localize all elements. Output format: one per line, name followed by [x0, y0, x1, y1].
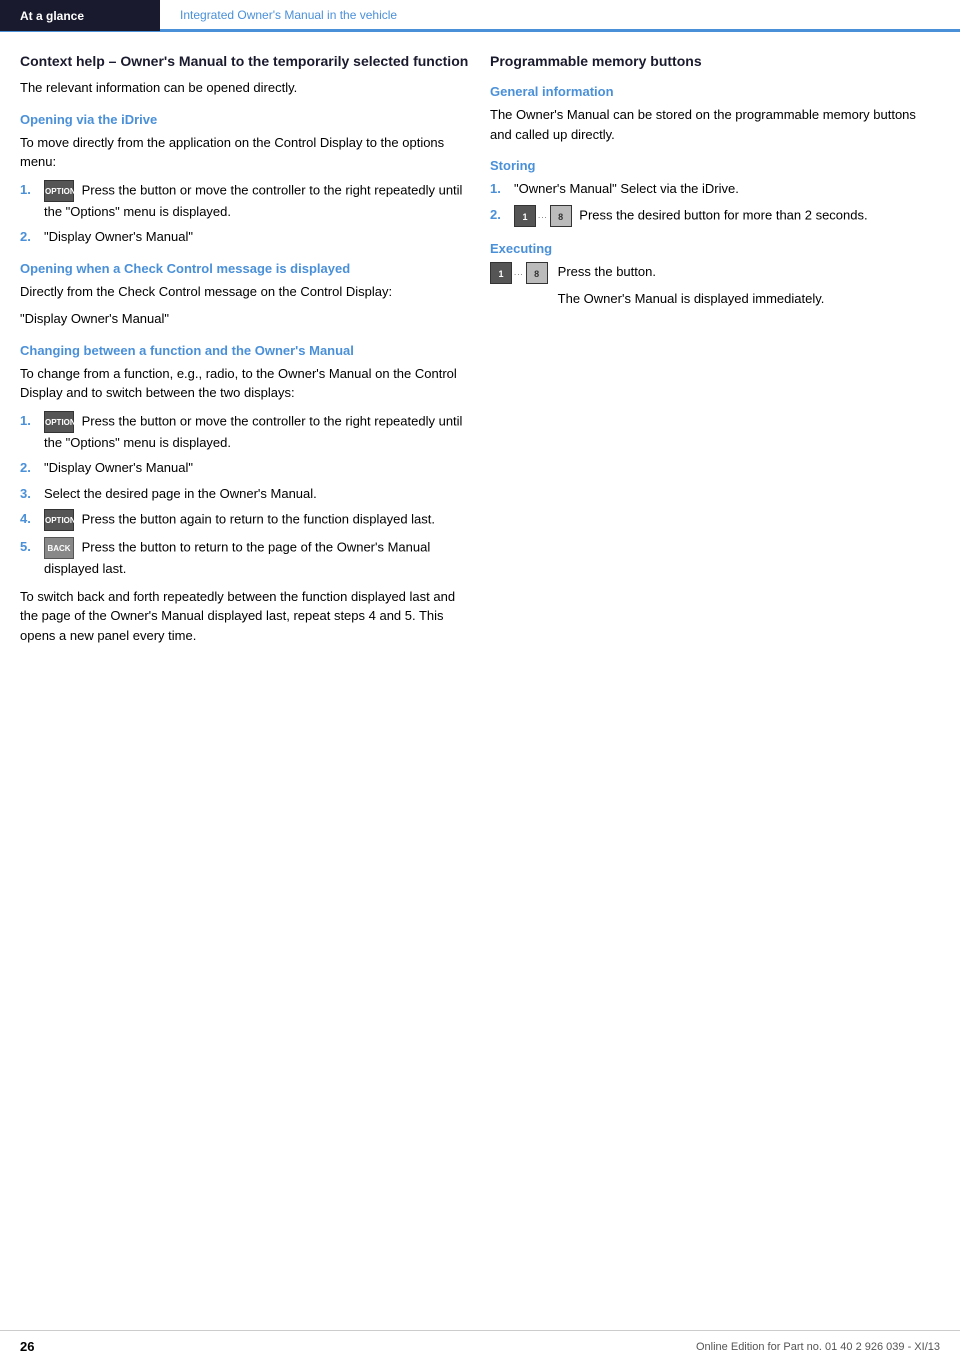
executing-text-2: The Owner's Manual is displayed immediat…	[558, 289, 825, 309]
step-2-changing: 2. "Display Owner's Manual"	[20, 458, 470, 478]
check-control-quote: "Display Owner's Manual"	[20, 309, 470, 329]
executing-text-1: Press the button.	[558, 262, 825, 282]
programmable-buttons-title: Programmable memory buttons	[490, 52, 940, 70]
main-content: Context help – Owner's Manual to the tem…	[0, 32, 960, 673]
header-chapter-label: Integrated Owner's Manual in the vehicle	[160, 0, 960, 31]
header-section-label: At a glance	[0, 0, 160, 31]
context-help-body: The relevant information can be opened d…	[20, 78, 470, 98]
storing-steps: 1. "Owner's Manual" Select via the iDriv…	[490, 179, 940, 227]
storing-step-2: 2. 1 ... 8 Press the desired button for …	[490, 205, 940, 227]
executing-content: 1 ... 8 Press the button. The Owner's Ma…	[490, 262, 940, 317]
exec-num-box-8: 8	[526, 262, 548, 284]
step-5-changing: 5. BACK Press the button to return to th…	[20, 537, 470, 579]
edition-text: Online Edition for Part no. 01 40 2 926 …	[696, 1341, 940, 1353]
memory-button-icons: 1 ... 8	[514, 205, 572, 227]
page-number: 26	[20, 1339, 34, 1354]
right-column: Programmable memory buttons General info…	[490, 52, 940, 653]
option-button-icon-3: OPTION	[44, 509, 74, 531]
option-button-icon: OPTION	[44, 180, 74, 202]
opening-idrive-body: To move directly from the application on…	[20, 133, 470, 172]
num-box-8: 8	[550, 205, 572, 227]
changing-between-steps: 1. OPTION Press the button or move the c…	[20, 411, 470, 579]
step-4-changing: 4. OPTION Press the button again to retu…	[20, 509, 470, 531]
changing-between-body: To change from a function, e.g., radio, …	[20, 364, 470, 403]
opening-idrive-steps: 1. OPTION Press the button or move the c…	[20, 180, 470, 247]
num-box-1: 1	[514, 205, 536, 227]
changing-between-title: Changing between a function and the Owne…	[20, 343, 470, 358]
executing-button-icons: 1 ... 8	[490, 262, 548, 284]
check-control-body: Directly from the Check Control message …	[20, 282, 470, 302]
general-info-title: General information	[490, 84, 940, 99]
changing-between-closing: To switch back and forth repeatedly betw…	[20, 587, 470, 646]
general-info-body: The Owner's Manual can be stored on the …	[490, 105, 940, 144]
executing-title: Executing	[490, 241, 940, 256]
exec-num-box-1: 1	[490, 262, 512, 284]
page-header: At a glance Integrated Owner's Manual in…	[0, 0, 960, 32]
opening-idrive-title: Opening via the iDrive	[20, 112, 470, 127]
step-1-idrive: 1. OPTION Press the button or move the c…	[20, 180, 470, 222]
context-help-title: Context help – Owner's Manual to the tem…	[20, 52, 470, 70]
step-3-changing: 3. Select the desired page in the Owner'…	[20, 484, 470, 504]
step-1-changing: 1. OPTION Press the button or move the c…	[20, 411, 470, 453]
check-control-title: Opening when a Check Control message is …	[20, 261, 470, 276]
option-button-icon-2: OPTION	[44, 411, 74, 433]
page-footer: 26 Online Edition for Part no. 01 40 2 9…	[0, 1330, 960, 1362]
step-2-idrive: 2. "Display Owner's Manual"	[20, 227, 470, 247]
back-button-icon: BACK	[44, 537, 74, 559]
storing-title: Storing	[490, 158, 940, 173]
left-column: Context help – Owner's Manual to the tem…	[20, 52, 470, 653]
storing-step-1: 1. "Owner's Manual" Select via the iDriv…	[490, 179, 940, 199]
